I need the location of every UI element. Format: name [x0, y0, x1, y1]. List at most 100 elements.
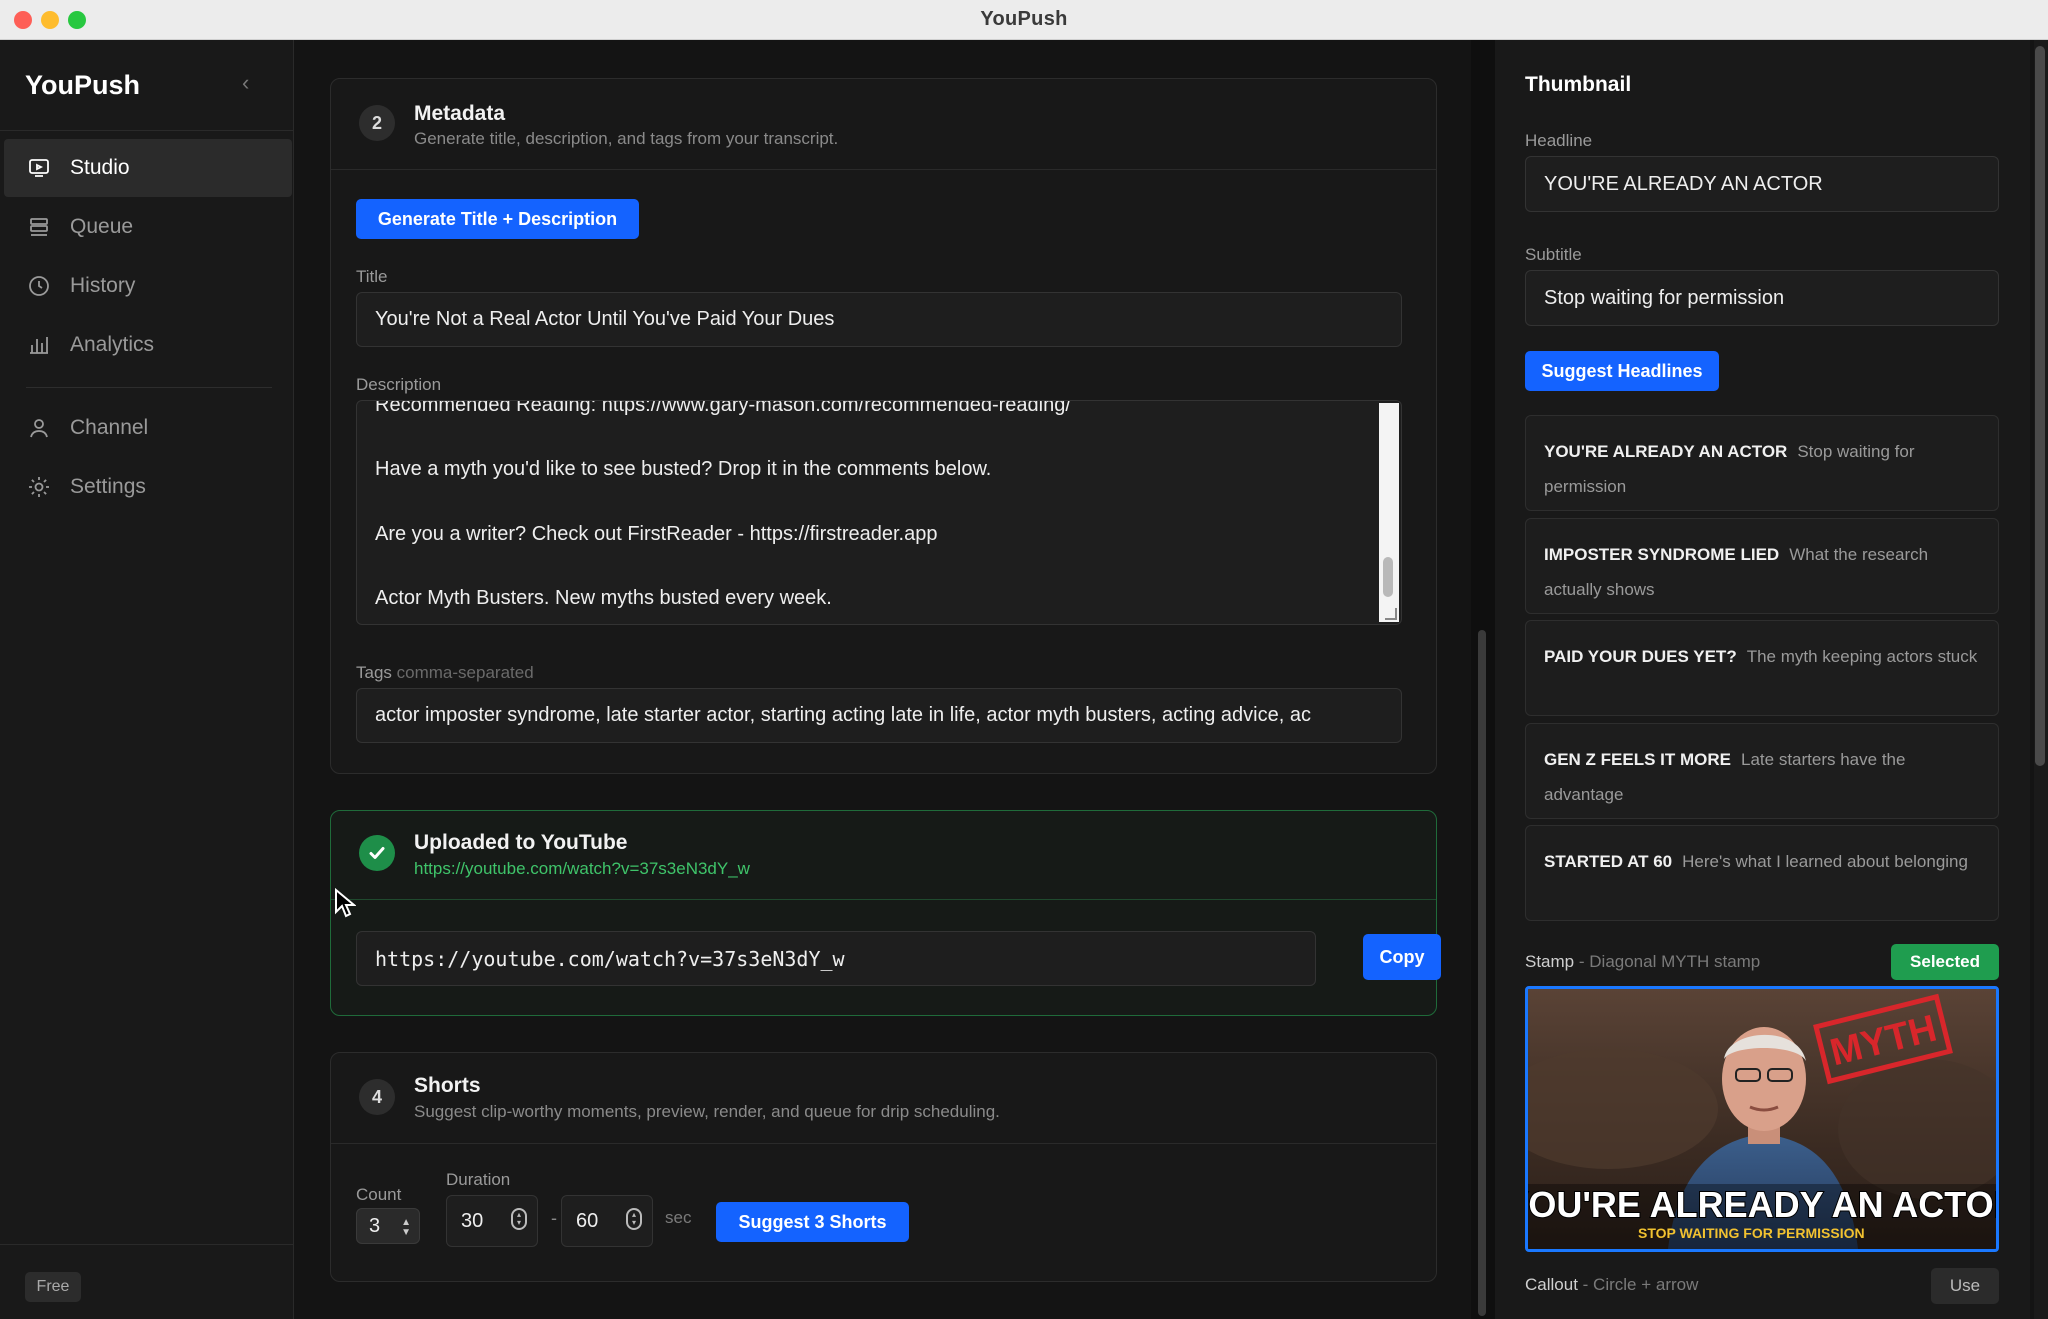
- suggestion-headline: PAID YOUR DUES YET?: [1544, 647, 1737, 666]
- description-label: Description: [356, 375, 442, 394]
- chevron-up-down-icon: ▲ ▼: [401, 1217, 411, 1238]
- generate-title-description-button[interactable]: Generate Title + Description: [356, 199, 639, 239]
- clock-icon: [26, 273, 52, 299]
- suggestion-headline: STARTED AT 60: [1544, 852, 1673, 871]
- resize-handle[interactable]: [1385, 608, 1397, 620]
- youtube-url-field[interactable]: https://youtube.com/watch?v=37s3eN3dY_w: [356, 931, 1316, 986]
- headline-label: Headline: [1525, 131, 1593, 150]
- tags-label: Tags comma-separated: [356, 663, 534, 683]
- main-scrollbar[interactable]: [1478, 630, 1486, 1316]
- divider: [331, 899, 1436, 900]
- sidebar-item-studio[interactable]: Studio: [4, 139, 292, 197]
- success-check-icon: [359, 835, 395, 871]
- stamp-label: Stamp - Diagonal MYTH stamp: [1525, 952, 1760, 972]
- duration-separator: -: [551, 1208, 557, 1228]
- title-label: Title: [356, 267, 388, 286]
- count-select[interactable]: 3 ▲ ▼: [356, 1208, 420, 1244]
- selected-badge[interactable]: Selected: [1891, 944, 1999, 980]
- user-icon: [26, 415, 52, 441]
- duration-unit: sec: [665, 1208, 692, 1227]
- panel-scrollbar-thumb[interactable]: [2035, 46, 2045, 766]
- duration-min-input[interactable]: 30 ▴ ▾: [446, 1195, 538, 1247]
- app-window: YouPush YouPush ‹ Studio Queue History A…: [0, 0, 2048, 1319]
- app-brand: YouPush: [25, 70, 141, 100]
- description-line: Are you a writer? Check out FirstReader …: [375, 523, 938, 545]
- duration-label: Duration: [446, 1170, 511, 1189]
- description-line: Have a myth you'd like to see busted? Dr…: [375, 458, 992, 480]
- youtube-link[interactable]: https://youtube.com/watch?v=37s3eN3dY_w: [414, 859, 750, 879]
- sidebar-item-label: Channel: [70, 416, 149, 439]
- headline-suggestion[interactable]: PAID YOUR DUES YET? The myth keeping acto…: [1525, 620, 1999, 716]
- upload-status-card: Uploaded to YouTube https://youtube.com/…: [330, 810, 1441, 1016]
- sidebar-item-label: Settings: [70, 475, 146, 498]
- headline-suggestion[interactable]: YOU'RE ALREADY AN ACTOR Stop waiting for …: [1525, 415, 1999, 511]
- thumbnail-preview[interactable]: MYTH YOU'RE ALREADY AN ACTOR STOP WAITIN…: [1525, 986, 1999, 1252]
- stepper-icon[interactable]: ▴ ▾: [626, 1208, 642, 1230]
- thumbnail-panel: Thumbnail Headline YOU'RE ALREADY AN ACT…: [1495, 40, 2030, 1319]
- collapse-sidebar-icon[interactable]: ‹: [242, 70, 249, 96]
- main-content: 2 Metadata Generate title, description, …: [295, 40, 1471, 1319]
- suggest-headlines-button[interactable]: Suggest Headlines: [1525, 351, 1719, 391]
- window-controls: [14, 11, 86, 29]
- card-subtitle: Suggest clip-worthy moments, preview, re…: [414, 1102, 1000, 1121]
- copy-button[interactable]: Copy: [1363, 934, 1441, 980]
- sidebar-item-queue[interactable]: Queue: [4, 198, 292, 256]
- stamp-label-text: Stamp: [1525, 952, 1575, 971]
- suggestion-subtitle: The myth keeping actors stuck: [1746, 647, 1978, 666]
- gear-icon: [26, 474, 52, 500]
- sidebar-item-label: Queue: [70, 215, 134, 238]
- tags-label-text: Tags: [356, 663, 392, 682]
- suggestion-headline: YOU'RE ALREADY AN ACTOR: [1544, 442, 1788, 461]
- title-input[interactable]: You're Not a Real Actor Until You've Pai…: [356, 292, 1402, 347]
- sidebar-item-history[interactable]: History: [4, 257, 292, 315]
- suggest-shorts-button[interactable]: Suggest 3 Shorts: [716, 1202, 909, 1242]
- divider: [26, 387, 272, 388]
- sidebar-item-settings[interactable]: Settings: [4, 458, 292, 516]
- card-title: Metadata: [414, 102, 506, 125]
- window-title: YouPush: [980, 8, 1068, 30]
- subtitle-label: Subtitle: [1525, 245, 1582, 264]
- divider: [0, 1244, 294, 1245]
- sidebar-item-label: History: [70, 274, 136, 297]
- card-subtitle: Generate title, description, and tags fr…: [414, 129, 839, 148]
- tags-hint: comma-separated: [396, 663, 534, 682]
- suggestion-subtitle: Here's what I learned about belonging: [1682, 852, 1968, 871]
- tv-icon: [26, 155, 52, 181]
- step-number: 2: [359, 105, 395, 141]
- mouse-cursor-icon: [334, 887, 357, 923]
- card-title: Shorts: [414, 1074, 481, 1097]
- duration-min-value: 30: [461, 1209, 484, 1232]
- duration-max-input[interactable]: 60 ▴ ▾: [561, 1195, 653, 1247]
- sidebar-item-analytics[interactable]: Analytics: [4, 316, 292, 374]
- headline-input[interactable]: YOU'RE ALREADY AN ACTOR: [1525, 156, 1999, 212]
- headline-suggestion[interactable]: GEN Z FEELS IT MORE Late starters have th…: [1525, 723, 1999, 819]
- zoom-window-button[interactable]: [68, 11, 86, 29]
- description-scrollbar-thumb[interactable]: [1383, 557, 1393, 597]
- step-number: 4: [359, 1079, 395, 1115]
- use-button[interactable]: Use: [1931, 1268, 1999, 1304]
- minimize-window-button[interactable]: [41, 11, 59, 29]
- count-label: Count: [356, 1185, 402, 1204]
- sidebar-item-label: Studio: [70, 156, 130, 179]
- sidebar-item-channel[interactable]: Channel: [4, 399, 292, 457]
- stepper-icon[interactable]: ▴ ▾: [511, 1208, 527, 1230]
- tags-input[interactable]: actor imposter syndrome, late starter ac…: [356, 688, 1402, 743]
- sidebar: YouPush ‹ Studio Queue History Analytics…: [0, 40, 294, 1319]
- metadata-card: 2 Metadata Generate title, description, …: [330, 78, 1437, 774]
- panel-title: Thumbnail: [1525, 73, 1632, 96]
- stamp-hint: - Diagonal MYTH stamp: [1578, 952, 1761, 971]
- subtitle-input[interactable]: Stop waiting for permission: [1525, 270, 1999, 326]
- description-textarea[interactable]: Recommended Reading: https://www.gary-ma…: [356, 400, 1402, 625]
- callout-label: Callout - Circle + arrow: [1525, 1275, 1698, 1295]
- thumbnail-subtitle: STOP WAITING FOR PERMISSION: [1638, 1225, 1865, 1241]
- callout-label-text: Callout: [1525, 1275, 1578, 1294]
- headline-suggestion[interactable]: IMPOSTER SYNDROME LIED What the research …: [1525, 518, 1999, 614]
- plan-badge: Free: [25, 1272, 81, 1302]
- divider: [331, 169, 1436, 170]
- close-window-button[interactable]: [14, 11, 32, 29]
- bar-chart-icon: [26, 332, 52, 358]
- headline-suggestion[interactable]: STARTED AT 60 Here's what I learned about…: [1525, 825, 1999, 921]
- suggestion-headline: GEN Z FEELS IT MORE: [1544, 750, 1732, 769]
- duration-max-value: 60: [576, 1209, 599, 1232]
- description-line: Actor Myth Busters. New myths busted eve…: [375, 587, 832, 609]
